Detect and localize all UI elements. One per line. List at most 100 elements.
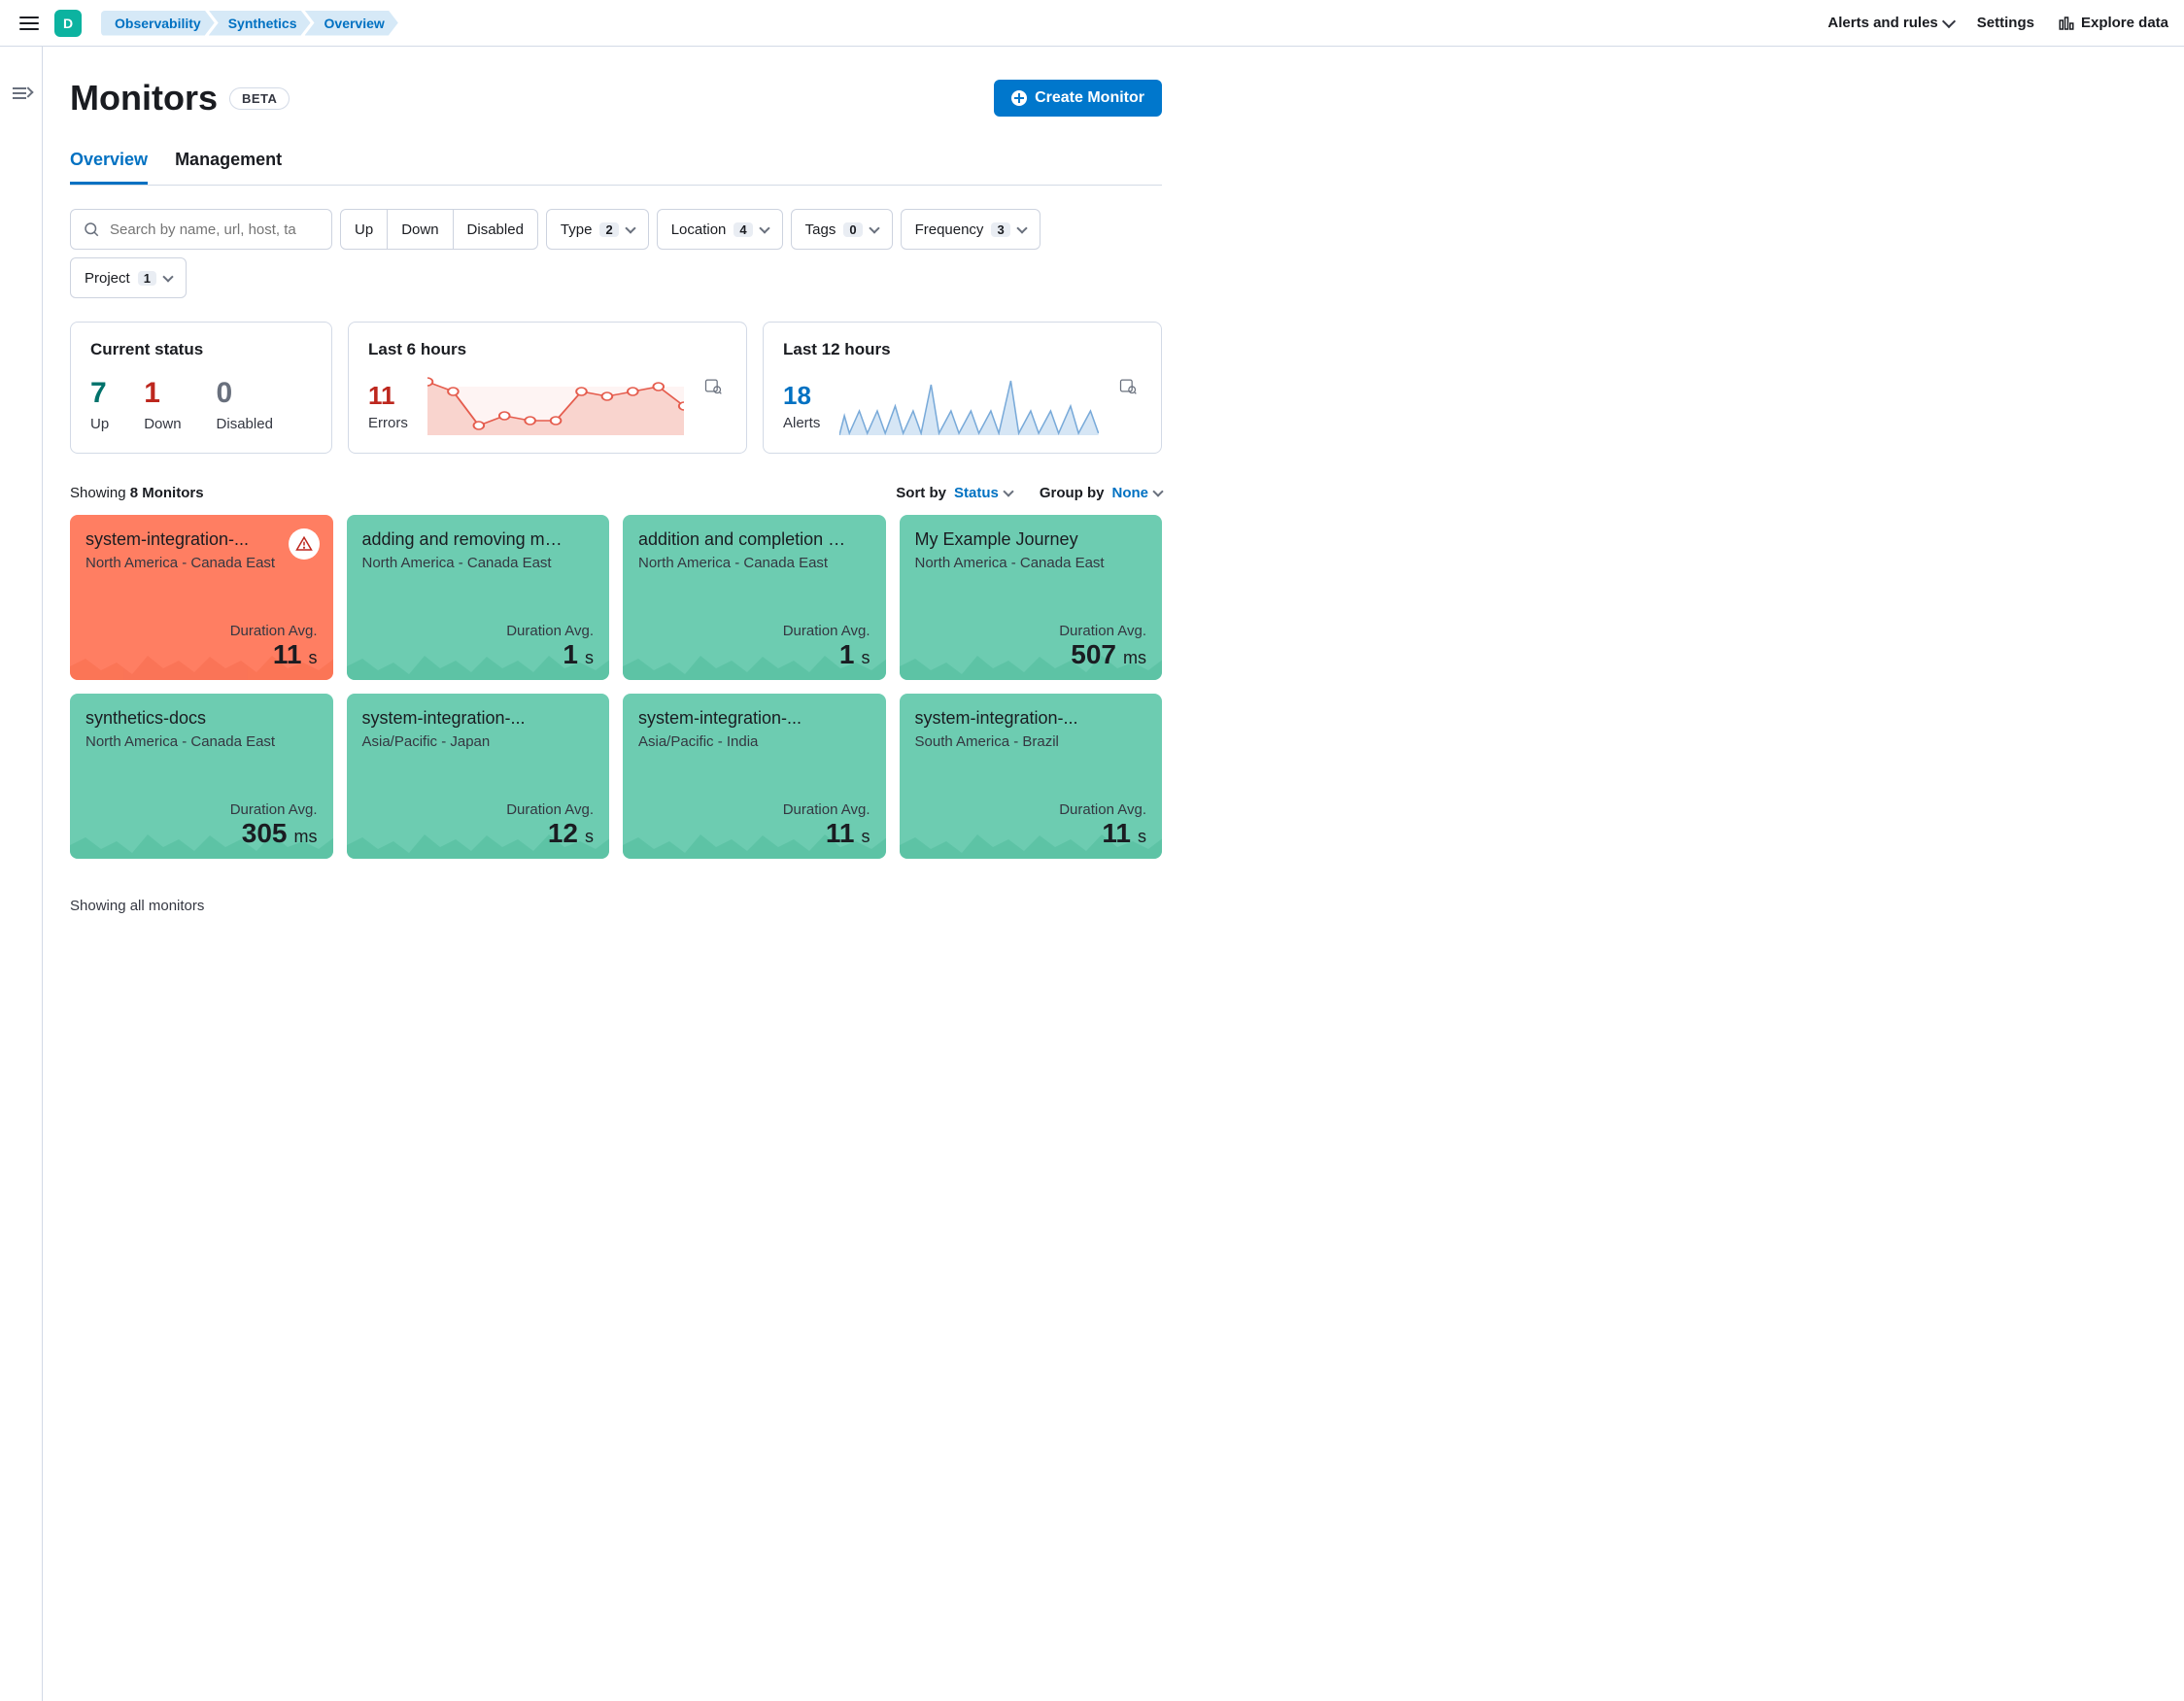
monitor-title: system-integration-... (85, 528, 294, 551)
monitor-title: My Example Journey (915, 528, 1124, 551)
chevron-down-icon (1003, 486, 1013, 496)
filter-up[interactable]: Up (341, 210, 388, 249)
monitor-location: North America - Canada East (638, 555, 847, 571)
chevron-down-icon (162, 271, 173, 282)
breadcrumb-observability[interactable]: Observability (101, 11, 215, 36)
collapsed-sidebar (0, 47, 43, 1701)
nav-menu-toggle[interactable] (16, 13, 43, 34)
monitor-location: North America - Canada East (915, 555, 1124, 571)
panel-title: Last 6 hours (368, 340, 684, 359)
monitor-card[interactable]: system-integration-...South America - Br… (900, 694, 1163, 859)
group-by-select[interactable]: None (1112, 485, 1163, 501)
duration-value: 507 ms (1059, 639, 1146, 670)
down-count: 1 (144, 377, 181, 410)
monitor-card[interactable]: addition and completion of single task No… (623, 515, 886, 680)
inspect-alerts-icon[interactable] (1114, 372, 1142, 404)
duration-label: Duration Avg. (230, 623, 318, 639)
expand-sidebar-icon[interactable] (13, 85, 30, 99)
plus-circle-icon (1011, 90, 1027, 106)
filter-disabled[interactable]: Disabled (454, 210, 537, 249)
warning-icon (289, 528, 320, 560)
filter-down[interactable]: Down (388, 210, 453, 249)
duration-value: 1 s (506, 639, 594, 670)
monitor-location: North America - Canada East (85, 733, 294, 750)
duration-label: Duration Avg. (783, 801, 870, 818)
current-status-panel: Current status 7Up 1Down 0Disabled (70, 322, 332, 454)
space-badge[interactable]: D (54, 10, 82, 37)
disabled-count: 0 (217, 377, 273, 410)
duration-value: 1 s (783, 639, 870, 670)
search-input[interactable] (110, 221, 320, 238)
duration-label: Duration Avg. (230, 801, 318, 818)
filter-location[interactable]: Location4 (658, 210, 782, 249)
monitor-title: synthetics-docs (85, 707, 294, 730)
alerts-panel: Last 12 hours 18Alerts (763, 322, 1162, 454)
search-icon (83, 221, 100, 238)
sort-by-label: Sort by (896, 485, 946, 501)
monitor-location: Asia/Pacific - Japan (362, 733, 571, 750)
search-input-wrapper[interactable] (70, 209, 332, 250)
tabs: Overview Management (70, 150, 1162, 186)
alerts-sparkline (839, 377, 1099, 435)
monitor-card[interactable]: system-integration-... North America - Ca… (70, 515, 333, 680)
page-title: Monitors (70, 78, 218, 119)
chevron-down-icon (1016, 222, 1027, 233)
topbar: D Observability Synthetics Overview Aler… (0, 0, 2184, 47)
monitor-location: Asia/Pacific - India (638, 733, 847, 750)
monitor-card[interactable]: system-integration-... Asia/Pacific - Jap… (347, 694, 610, 859)
duration-value: 305 ms (230, 818, 318, 849)
alerts-rules-menu[interactable]: Alerts and rules (1827, 15, 1953, 31)
chevron-down-icon (625, 222, 635, 233)
duration-value: 11 s (1059, 818, 1146, 849)
create-monitor-button[interactable]: Create Monitor (994, 80, 1162, 117)
monitor-grid: system-integration-... North America - Ca… (70, 515, 1162, 859)
breadcrumb-synthetics[interactable]: Synthetics (209, 11, 311, 36)
duration-value: 11 s (230, 639, 318, 670)
duration-label: Duration Avg. (1059, 801, 1146, 818)
monitor-title: system-integration-... (362, 707, 571, 730)
panel-title: Last 12 hours (783, 340, 1099, 359)
filter-tags[interactable]: Tags0 (792, 210, 892, 249)
monitor-location: North America - Canada East (362, 555, 571, 571)
chevron-down-icon (869, 222, 879, 233)
up-count: 7 (90, 377, 109, 410)
monitor-card[interactable]: adding and removing multiple tasks North … (347, 515, 610, 680)
monitor-card[interactable]: system-integration-... Asia/Pacific - Ind… (623, 694, 886, 859)
group-by-label: Group by (1040, 485, 1105, 501)
breadcrumb-overview[interactable]: Overview (305, 11, 398, 36)
errors-value: 11 (368, 381, 408, 411)
monitor-card[interactable]: synthetics-docs North America - Canada Ea… (70, 694, 333, 859)
duration-value: 11 s (783, 818, 870, 849)
errors-panel: Last 6 hours 11Errors (348, 322, 747, 454)
duration-label: Duration Avg. (506, 623, 594, 639)
duration-value: 12 s (506, 818, 594, 849)
chevron-down-icon (759, 222, 769, 233)
monitor-location: North America - Canada East (85, 555, 294, 571)
showing-label: Showing 8 Monitors (70, 485, 204, 501)
monitor-title: system-integration-... (638, 707, 847, 730)
monitor-title: adding and removing multiple tasks (362, 528, 571, 551)
panel-title: Current status (90, 340, 312, 359)
filter-project[interactable]: Project1 (71, 258, 186, 297)
settings-link[interactable]: Settings (1977, 15, 2034, 31)
tab-overview[interactable]: Overview (70, 150, 148, 185)
chevron-down-icon (1942, 14, 1956, 27)
duration-label: Duration Avg. (783, 623, 870, 639)
duration-label: Duration Avg. (1059, 623, 1146, 639)
inspect-errors-icon[interactable] (700, 372, 727, 404)
monitor-title: system-integration-... (915, 707, 1124, 730)
beta-badge: BETA (229, 87, 290, 110)
errors-sparkline (427, 377, 684, 435)
filter-frequency[interactable]: Frequency3 (902, 210, 1040, 249)
explore-icon (2058, 15, 2075, 32)
tab-management[interactable]: Management (175, 150, 282, 185)
monitor-card[interactable]: My Example Journey North America - Canada… (900, 515, 1163, 680)
filter-type[interactable]: Type2 (547, 210, 648, 249)
chevron-down-icon (1152, 486, 1163, 496)
explore-data-link[interactable]: Explore data (2058, 15, 2168, 32)
duration-label: Duration Avg. (506, 801, 594, 818)
monitor-title: addition and completion of single task (638, 528, 847, 551)
sort-by-select[interactable]: Status (954, 485, 1012, 501)
breadcrumbs: Observability Synthetics Overview (101, 11, 398, 36)
alerts-value: 18 (783, 381, 820, 411)
